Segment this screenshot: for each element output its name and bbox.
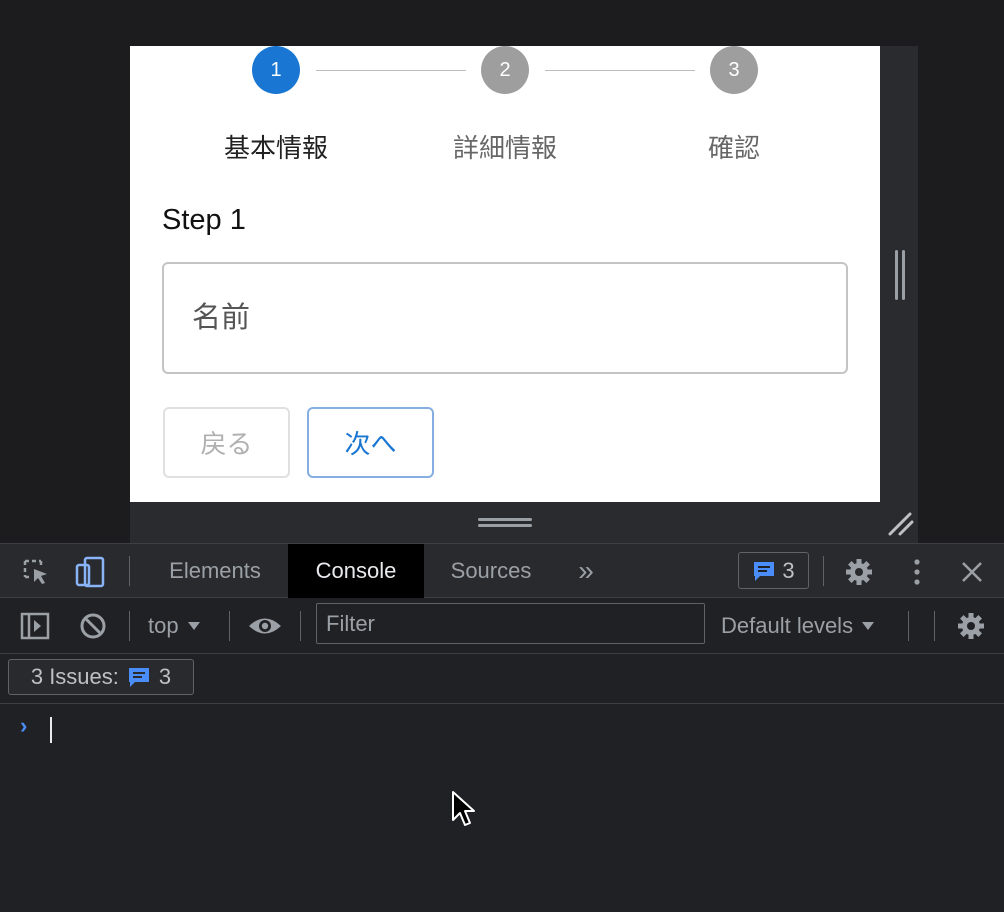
message-icon <box>754 561 775 581</box>
eye-icon[interactable] <box>246 610 284 642</box>
issues-label: 3 Issues: <box>30 664 119 689</box>
toolbar-divider <box>823 556 824 586</box>
prompt-chevron-icon: › <box>20 713 28 738</box>
step-connector-2 <box>545 70 695 71</box>
inspect-element-icon[interactable] <box>20 556 52 588</box>
more-tabs-button[interactable]: » <box>566 544 606 598</box>
toolbar-divider <box>129 611 130 641</box>
step-2-label: 詳細情報 <box>452 133 557 163</box>
console-prompt[interactable]: › <box>0 705 1004 912</box>
issues-counter-button[interactable]: 3 <box>738 552 809 589</box>
tab-sources[interactable]: Sources <box>430 544 552 598</box>
web-page: 1 2 3 基本情報 詳細情報 確認 Step 1 戻る 次へ <box>130 46 880 502</box>
name-field[interactable] <box>162 262 848 374</box>
log-levels-dropdown[interactable]: Default levels <box>721 598 875 654</box>
device-toolbar-icon[interactable] <box>72 554 108 590</box>
issues-count: 3 <box>782 557 795 583</box>
horizontal-resize-handle[interactable] <box>478 516 532 528</box>
step-1-label: 基本情報 <box>223 133 328 163</box>
toolbar-divider <box>129 556 130 586</box>
step-1-number: 1 <box>270 58 282 81</box>
mouse-cursor-icon <box>452 791 475 826</box>
devtools-tab-bar: Elements Console Sources » 3 <box>0 543 1004 598</box>
tab-console[interactable]: Console <box>288 544 424 598</box>
toolbar-divider <box>908 611 909 641</box>
vertical-resize-handle[interactable] <box>893 250 907 300</box>
tab-elements[interactable]: Elements <box>148 544 282 598</box>
stepper: 1 2 3 基本情報 詳細情報 確認 <box>130 46 880 166</box>
step-3-circle: 3 <box>710 46 758 94</box>
dropdown-arrow-icon <box>187 622 200 630</box>
log-levels-label: Default levels <box>721 613 854 638</box>
issues-button[interactable]: 3 Issues: 3 <box>8 659 194 695</box>
step-1-circle: 1 <box>252 46 300 94</box>
toolbar-divider <box>229 611 230 641</box>
context-value: top <box>148 613 179 638</box>
step-2-circle: 2 <box>481 46 529 94</box>
kebab-menu-icon[interactable] <box>904 556 930 588</box>
console-settings-gear-icon[interactable] <box>955 610 987 642</box>
text-caret <box>50 717 52 743</box>
corner-resize-icon[interactable] <box>886 510 914 536</box>
step-2-number: 2 <box>499 58 511 81</box>
step-title: Step 1 <box>162 204 246 236</box>
name-input[interactable] <box>192 301 818 335</box>
device-viewport-area: 1 2 3 基本情報 詳細情報 確認 Step 1 戻る 次へ <box>0 0 1004 543</box>
step-3-label: 確認 <box>707 133 760 163</box>
next-button[interactable]: 次へ <box>307 407 434 478</box>
toolbar-divider <box>934 611 935 641</box>
filter-box[interactable] <box>316 603 705 644</box>
sidebar-toggle-icon[interactable] <box>18 610 52 642</box>
issues-bar: 3 Issues: 3 <box>0 654 1004 704</box>
back-button[interactable]: 戻る <box>163 407 290 478</box>
toolbar-divider <box>300 611 301 641</box>
console-toolbar: top Default levels <box>0 598 1004 654</box>
issues-badge-count: 3 <box>158 664 172 689</box>
step-connector-1 <box>316 70 466 71</box>
settings-gear-icon[interactable] <box>843 556 875 588</box>
clear-console-icon[interactable] <box>76 610 110 642</box>
step-3-number: 3 <box>728 58 740 81</box>
dropdown-arrow-icon <box>862 622 875 630</box>
context-selector[interactable]: top <box>148 598 201 654</box>
message-icon <box>128 668 149 687</box>
devtools-panel: Elements Console Sources » 3 top Filter … <box>0 543 1004 912</box>
close-icon[interactable] <box>956 556 988 588</box>
filter-input[interactable] <box>326 610 704 637</box>
